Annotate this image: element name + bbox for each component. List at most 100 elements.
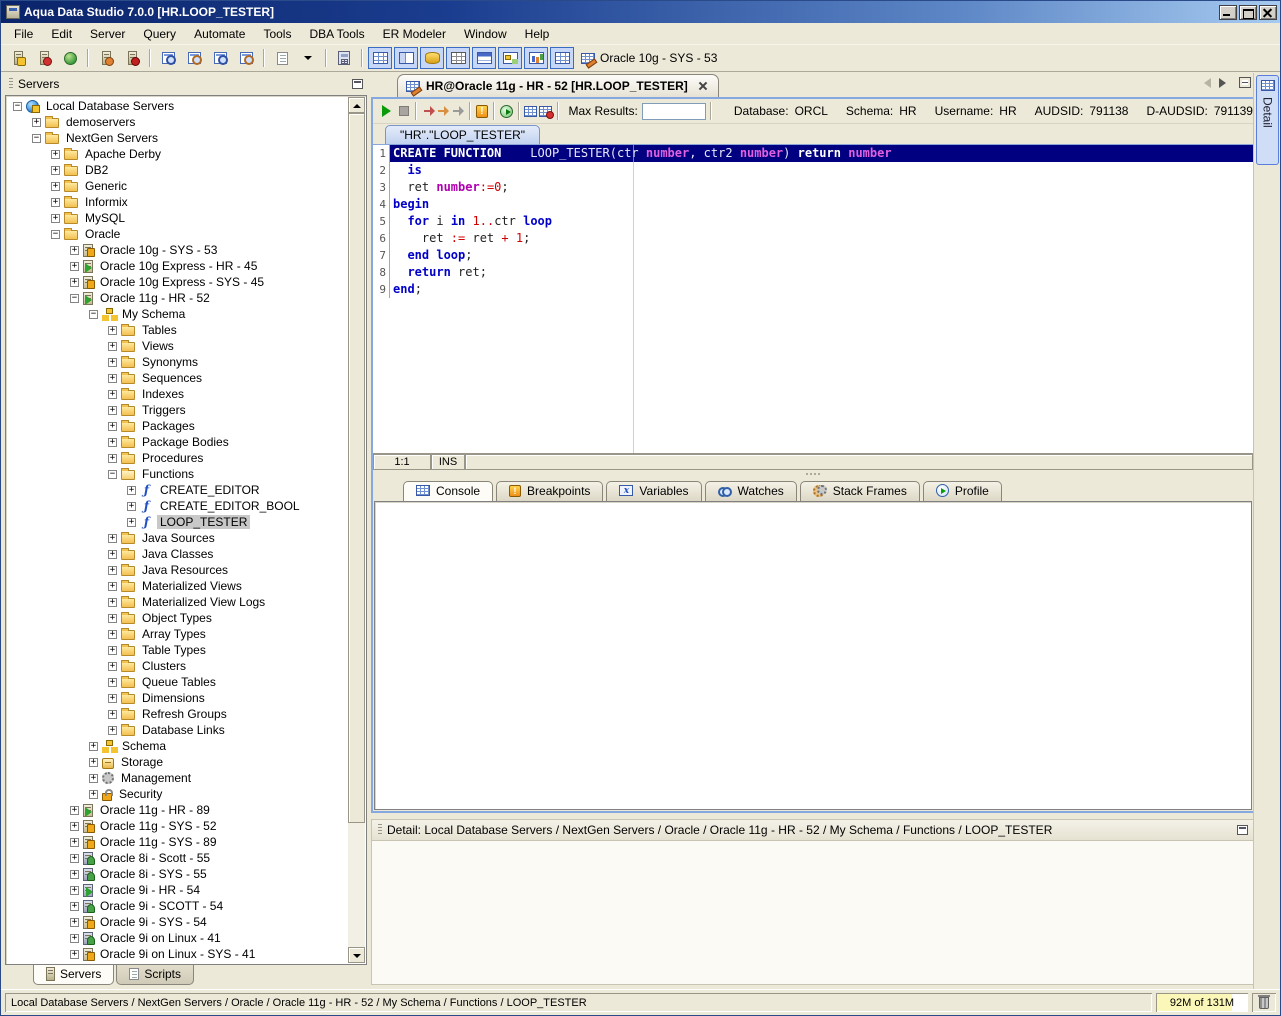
tree-item-oracle-10g-express-sys-45[interactable]: + Oracle 10g Express - SYS - 45: [7, 274, 348, 290]
tree-item-oracle[interactable]: − Oracle: [7, 226, 348, 242]
expand-toggle-icon[interactable]: +: [70, 917, 79, 927]
open-script-button[interactable]: [270, 47, 294, 69]
tree-item-oracle-9i-on-linux-sys-41[interactable]: + Oracle 9i on Linux - SYS - 41: [7, 946, 348, 962]
maximize-button[interactable]: [1239, 4, 1257, 20]
step-over-button[interactable]: [436, 101, 450, 121]
console-output[interactable]: [374, 500, 1252, 810]
menu-dba-tools[interactable]: DBA Tools: [300, 24, 373, 44]
query-analyzer-results-button[interactable]: [182, 47, 206, 69]
expand-toggle-icon[interactable]: +: [108, 725, 117, 735]
tab-scripts[interactable]: Scripts: [116, 965, 195, 985]
query-builder-button[interactable]: [234, 47, 258, 69]
scrollbar-thumb[interactable]: [348, 113, 365, 824]
tree-item-clusters[interactable]: + Clusters: [7, 658, 348, 674]
expand-toggle-icon[interactable]: +: [108, 325, 117, 335]
view-grid-button[interactable]: [368, 47, 392, 69]
menu-er-modeler[interactable]: ER Modeler: [374, 24, 455, 44]
expand-toggle-icon[interactable]: −: [13, 101, 22, 111]
view-detail-button[interactable]: [550, 47, 574, 69]
code-line-6[interactable]: 6 ret := ret + 1;: [373, 230, 1253, 247]
garbage-collect-button[interactable]: [1252, 993, 1276, 1012]
step-out-button[interactable]: [450, 101, 464, 121]
expand-toggle-icon[interactable]: +: [108, 549, 117, 559]
tree-item-oracle-9i-hr-54[interactable]: + Oracle 9i - HR - 54: [7, 882, 348, 898]
code-line-3[interactable]: 3 ret number:=0;: [373, 179, 1253, 196]
tree-item-triggers[interactable]: + Triggers: [7, 402, 348, 418]
tab-list-icon[interactable]: [1239, 77, 1251, 88]
tree-item-management[interactable]: + Management: [7, 770, 348, 786]
tree-item-db2[interactable]: + DB2: [7, 162, 348, 178]
tree-item-oracle-11g-sys-89[interactable]: + Oracle 11g - SYS - 89: [7, 834, 348, 850]
toggle-breakpoint-button[interactable]: !: [475, 101, 489, 121]
tab-variables[interactable]: x Variables: [606, 480, 702, 501]
code-line-8[interactable]: 8 return ret;: [373, 264, 1253, 281]
tree-item-synonyms[interactable]: + Synonyms: [7, 354, 348, 370]
tree-item-schema[interactable]: + Schema: [7, 738, 348, 754]
menu-automate[interactable]: Automate: [185, 24, 254, 44]
script-tab[interactable]: "HR"."LOOP_TESTER": [385, 125, 541, 144]
stop-button[interactable]: [397, 101, 411, 121]
expand-toggle-icon[interactable]: +: [108, 421, 117, 431]
view-schedule-button[interactable]: [472, 47, 496, 69]
connect-all-button[interactable]: [58, 47, 82, 69]
tree-scrollbar[interactable]: [348, 97, 365, 963]
disconnect-server-button[interactable]: [120, 47, 144, 69]
tree-item-informix[interactable]: + Informix: [7, 194, 348, 210]
expand-toggle-icon[interactable]: +: [127, 501, 136, 511]
tree-item-queue-tables[interactable]: + Queue Tables: [7, 674, 348, 690]
prev-tab-icon[interactable]: [1199, 77, 1211, 88]
expand-toggle-icon[interactable]: +: [70, 853, 79, 863]
tree-item-oracle-9i-on-linux-41[interactable]: + Oracle 9i on Linux - 41: [7, 930, 348, 946]
view-references-button[interactable]: [498, 47, 522, 69]
expand-toggle-icon[interactable]: −: [32, 133, 41, 143]
tree-item-table-types[interactable]: + Table Types: [7, 642, 348, 658]
view-table-button[interactable]: [446, 47, 470, 69]
menu-help[interactable]: Help: [516, 24, 559, 44]
expand-toggle-icon[interactable]: +: [89, 741, 98, 751]
tree-item-package-bodies[interactable]: + Package Bodies: [7, 434, 348, 450]
tree-item-demoservers[interactable]: + demoservers: [7, 114, 348, 130]
tree-item-item[interactable]: [7, 962, 348, 963]
expand-toggle-icon[interactable]: +: [70, 885, 79, 895]
menu-tools[interactable]: Tools: [254, 24, 300, 44]
expand-toggle-icon[interactable]: +: [108, 453, 117, 463]
tree-item-oracle-10g-express-hr-45[interactable]: + Oracle 10g Express - HR - 45: [7, 258, 348, 274]
panel-grip[interactable]: [378, 824, 382, 836]
tree-item-views[interactable]: + Views: [7, 338, 348, 354]
tree-item-materialized-view-logs[interactable]: + Materialized View Logs: [7, 594, 348, 610]
tab-servers[interactable]: Servers: [33, 965, 115, 985]
tree-item-nextgen-servers[interactable]: − NextGen Servers: [7, 130, 348, 146]
expand-toggle-icon[interactable]: +: [127, 485, 136, 495]
view-chart-button[interactable]: [524, 47, 548, 69]
results-grid-button[interactable]: [524, 101, 538, 121]
code-line-4[interactable]: 4 begin: [373, 196, 1253, 213]
expand-toggle-icon[interactable]: +: [70, 837, 79, 847]
expand-toggle-icon[interactable]: −: [51, 229, 60, 239]
tree-item-mysql[interactable]: + MySQL: [7, 210, 348, 226]
detail-side-tab[interactable]: Detail: [1256, 75, 1279, 165]
close-button[interactable]: [1259, 4, 1277, 20]
expand-toggle-icon[interactable]: +: [108, 581, 117, 591]
console-splitter[interactable]: [373, 470, 1253, 479]
expand-toggle-icon[interactable]: +: [70, 245, 79, 255]
tree-item-create-editor-bool[interactable]: + ƒ CREATE_EDITOR_BOOL: [7, 498, 348, 514]
tree-item-java-sources[interactable]: + Java Sources: [7, 530, 348, 546]
menu-query[interactable]: Query: [134, 24, 185, 44]
expand-toggle-icon[interactable]: +: [127, 517, 136, 527]
expand-toggle-icon[interactable]: +: [108, 341, 117, 351]
expand-toggle-icon[interactable]: +: [32, 117, 41, 127]
tab-breakpoints[interactable]: ! Breakpoints: [496, 480, 604, 501]
expand-toggle-icon[interactable]: +: [108, 405, 117, 415]
expand-toggle-icon[interactable]: +: [108, 645, 117, 655]
tree-item-object-types[interactable]: + Object Types: [7, 610, 348, 626]
unregister-server-button[interactable]: [32, 47, 56, 69]
script-dropdown-button[interactable]: [296, 47, 320, 69]
tree-item-oracle-8i-scott-55[interactable]: + Oracle 8i - Scott - 55: [7, 850, 348, 866]
expand-toggle-icon[interactable]: +: [108, 677, 117, 687]
tab-watches[interactable]: Watches: [704, 480, 797, 501]
expand-toggle-icon[interactable]: +: [108, 565, 117, 575]
sql-editor[interactable]: 1 CREATE FUNCTION LOOP_TESTER(ctr number,…: [373, 145, 1253, 453]
tree-item-oracle-10g-sys-53[interactable]: + Oracle 10g - SYS - 53: [7, 242, 348, 258]
menu-file[interactable]: File: [5, 24, 42, 44]
view-database-button[interactable]: [420, 47, 444, 69]
